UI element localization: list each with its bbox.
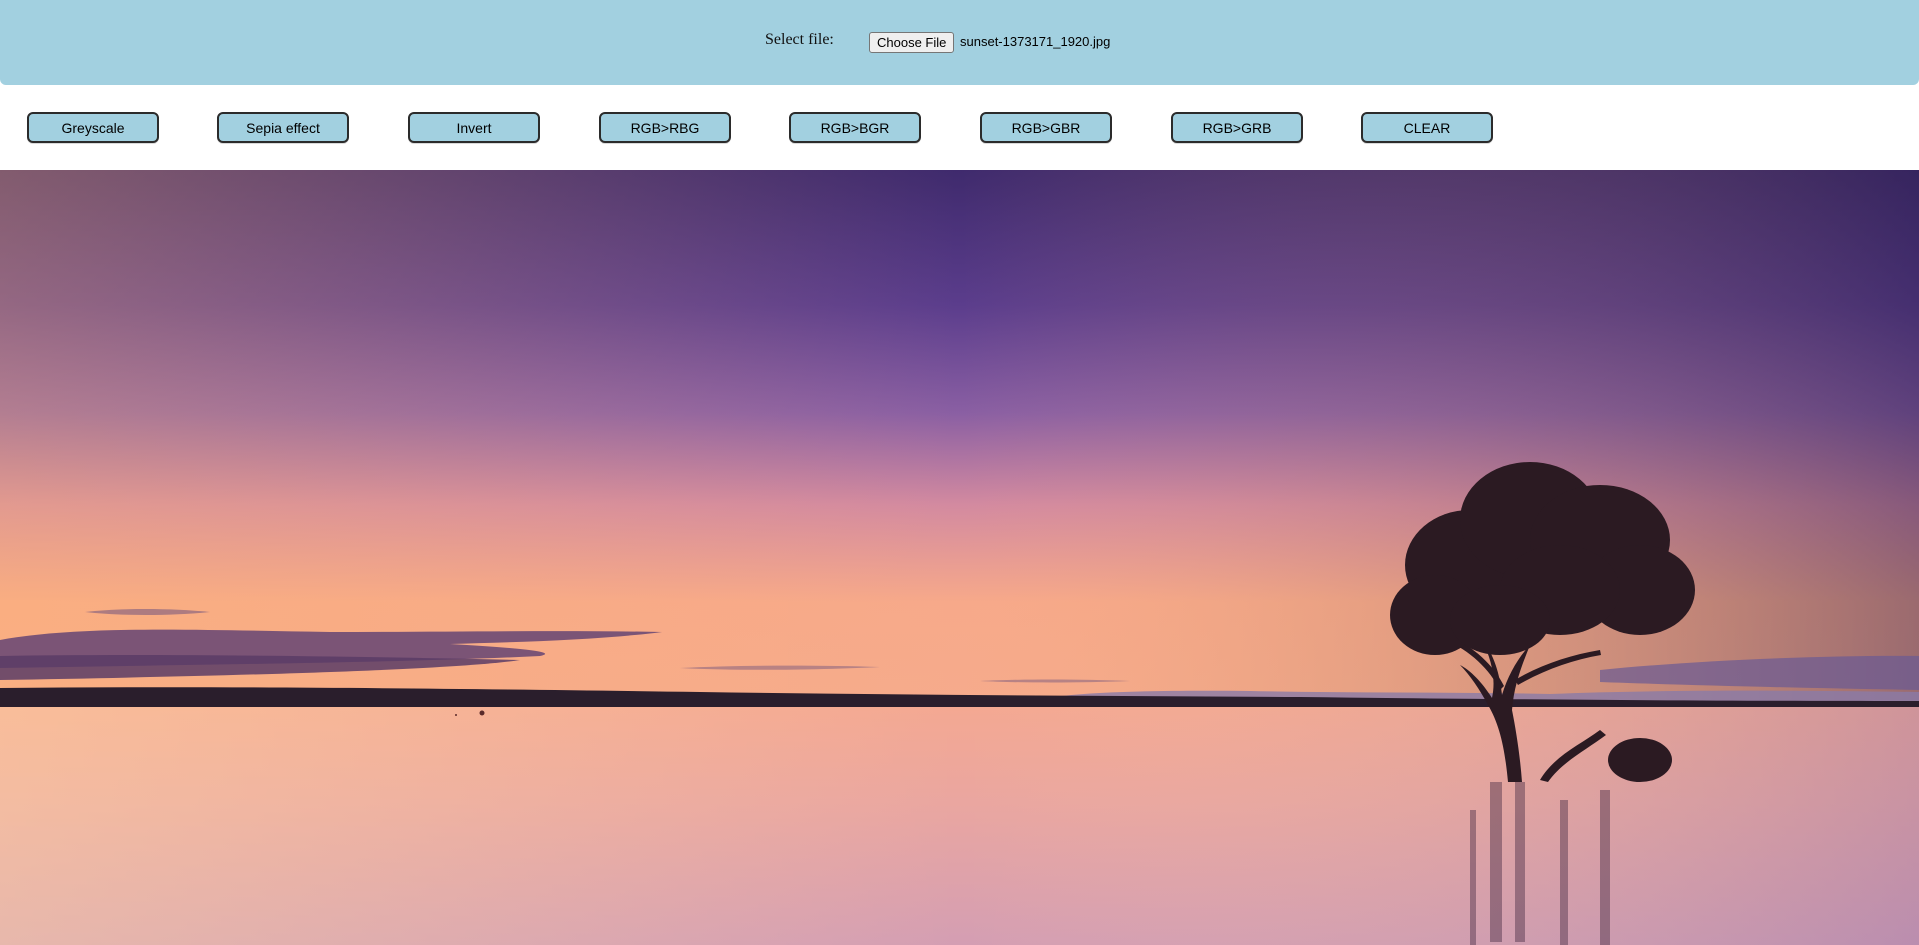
rgb-grb-button[interactable]: RGB>GRB: [1171, 112, 1303, 143]
image-canvas[interactable]: [0, 170, 1919, 945]
selected-file-name: sunset-1373171_1920.jpg: [960, 34, 1111, 49]
choose-file-button[interactable]: Choose File: [869, 32, 955, 53]
clear-button[interactable]: CLEAR: [1361, 112, 1493, 143]
greyscale-button[interactable]: Greyscale: [27, 112, 159, 143]
header-bar: Select file: Choose File sunset-1373171_…: [0, 0, 1919, 85]
sunset-photo: [0, 170, 1919, 945]
rgb-gbr-button[interactable]: RGB>GBR: [980, 112, 1112, 143]
rgb-rbg-button[interactable]: RGB>RBG: [599, 112, 731, 143]
filter-toolbar: Greyscale Sepia effect Invert RGB>RBG RG…: [0, 85, 1919, 170]
rgb-bgr-button[interactable]: RGB>BGR: [789, 112, 921, 143]
select-file-label: Select file:: [765, 31, 834, 48]
sepia-button[interactable]: Sepia effect: [217, 112, 349, 143]
invert-button[interactable]: Invert: [408, 112, 540, 143]
